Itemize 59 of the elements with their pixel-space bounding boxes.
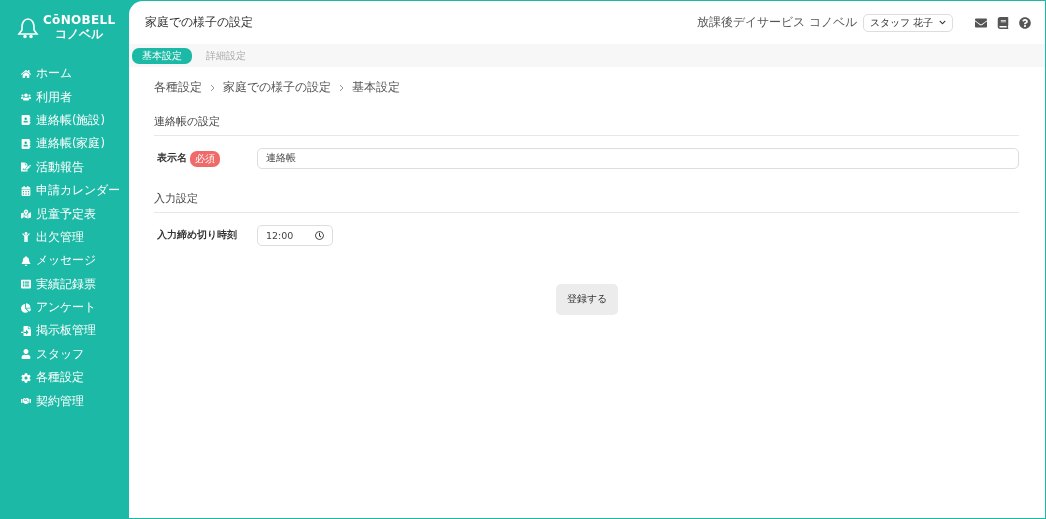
section-title: 連絡帳の設定 bbox=[154, 114, 1019, 136]
book-button[interactable] bbox=[997, 16, 1009, 29]
envelope-icon bbox=[975, 16, 987, 29]
sidebar-item[interactable]: 掲示板管理 bbox=[1, 319, 129, 343]
sidebar-item[interactable]: 児童予定表 bbox=[1, 202, 129, 226]
section-title: 入力設定 bbox=[154, 191, 1019, 213]
book-icon bbox=[997, 16, 1009, 29]
tab[interactable]: 詳細設定 bbox=[196, 47, 256, 64]
facility-name: 放課後デイサービス コノベル bbox=[697, 14, 857, 31]
home-icon bbox=[21, 68, 31, 79]
chevron-right-icon bbox=[339, 83, 344, 92]
logo-kana: コノベル bbox=[55, 27, 104, 42]
page-title: 家庭での様子の設定 bbox=[145, 14, 254, 31]
field-label: 表示名 bbox=[157, 152, 187, 165]
sidebar-item[interactable]: 契約管理 bbox=[1, 389, 129, 413]
contact-book-icon bbox=[21, 138, 31, 149]
breadcrumb-link[interactable]: 家庭での様子の設定 bbox=[223, 79, 331, 96]
time-field[interactable]: 12:00 bbox=[257, 225, 333, 246]
bell-logo-icon bbox=[17, 16, 39, 39]
help-button[interactable] bbox=[1019, 16, 1031, 29]
sidebar-item[interactable]: 各種設定 bbox=[1, 366, 129, 390]
input-field[interactable]: 連絡帳 bbox=[257, 148, 1019, 169]
submit-button[interactable]: 登録する bbox=[555, 284, 618, 315]
sidebar-item[interactable]: スタッフ bbox=[1, 342, 129, 367]
bell-icon bbox=[21, 255, 31, 266]
map-icon bbox=[21, 209, 31, 220]
mail-button[interactable] bbox=[975, 16, 987, 29]
sidebar-item[interactable]: 申請カレンダー bbox=[1, 178, 129, 203]
sidebar-item[interactable]: ホーム bbox=[1, 62, 129, 86]
sidebar-item[interactable]: 出欠管理 bbox=[1, 225, 129, 250]
pie-chart-icon bbox=[21, 302, 31, 313]
sidebar-item[interactable]: 利用者 bbox=[1, 85, 129, 109]
contact-book-icon bbox=[21, 115, 31, 126]
breadcrumb-link[interactable]: 各種設定 bbox=[154, 79, 202, 96]
sidebar-item[interactable]: 連絡帳(施設) bbox=[1, 108, 129, 133]
tab[interactable]: 基本設定 bbox=[132, 47, 192, 64]
chevron-icon bbox=[939, 19, 946, 26]
required-badge: 必須 bbox=[190, 150, 220, 167]
chevron-right-icon bbox=[210, 83, 215, 92]
sidebar-item[interactable]: メッセージ bbox=[1, 249, 129, 273]
users-icon bbox=[21, 92, 31, 103]
breadcrumb-link[interactable]: 基本設定 bbox=[352, 79, 400, 96]
document-pen-icon bbox=[21, 162, 31, 173]
logo-name: CōNOBELL bbox=[43, 13, 116, 27]
user-icon bbox=[21, 349, 31, 360]
help-icon bbox=[1019, 16, 1031, 29]
file-icon bbox=[21, 326, 31, 336]
sidebar-item[interactable]: 実績記録票 bbox=[1, 272, 129, 296]
calendar-icon bbox=[21, 185, 31, 196]
sidebar-item[interactable]: 連絡帳(家庭) bbox=[1, 132, 129, 156]
user-dropdown[interactable]: スタッフ 花子 bbox=[862, 13, 953, 32]
list-icon bbox=[21, 279, 31, 290]
settings-icon bbox=[21, 372, 31, 383]
sidebar-item[interactable]: アンケート bbox=[1, 295, 129, 320]
clock-icon bbox=[315, 231, 324, 240]
sidebar-item[interactable]: 活動報告 bbox=[1, 155, 129, 179]
field-label: 入力締め切り時刻 bbox=[157, 229, 237, 242]
handshake-icon bbox=[21, 396, 31, 407]
person-icon bbox=[21, 232, 31, 243]
